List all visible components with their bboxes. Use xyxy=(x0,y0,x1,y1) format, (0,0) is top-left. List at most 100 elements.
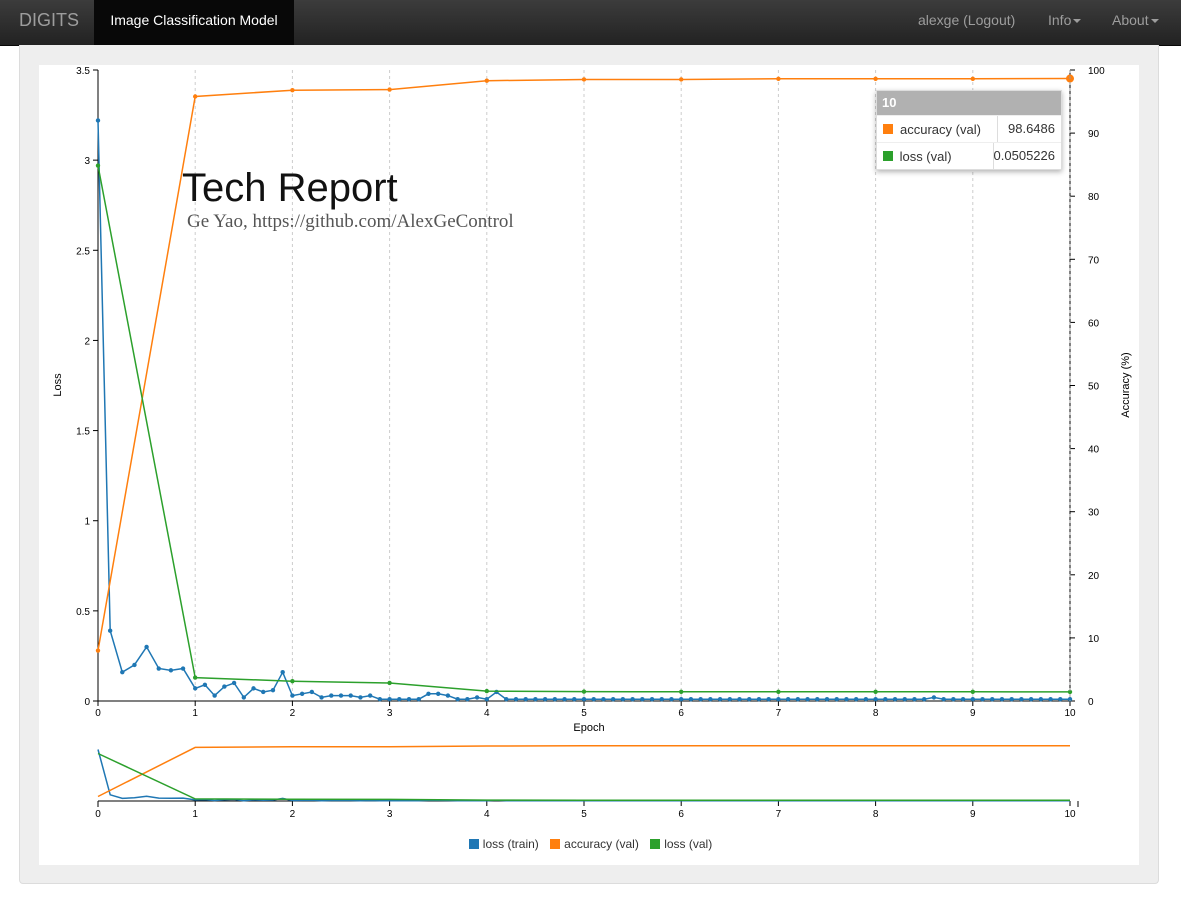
y-tick-label: 1.5 xyxy=(76,427,90,438)
data-point-loss-train xyxy=(426,691,431,696)
data-point-loss-train xyxy=(484,696,489,702)
data-point-loss-train xyxy=(922,696,927,702)
data-point-loss-train xyxy=(261,689,266,695)
report-subtitle: Ge Yao, https://github.com/AlexGeControl xyxy=(187,211,514,232)
data-point-loss-train xyxy=(581,696,587,702)
data-point-loss-train xyxy=(970,696,975,702)
data-point-loss-train xyxy=(902,696,907,702)
data-point-loss-train xyxy=(542,696,548,702)
context-x-tick-label: 9 xyxy=(970,809,976,820)
data-point-loss-train xyxy=(999,696,1005,702)
data-point-loss-train xyxy=(601,696,606,702)
data-point-loss-train xyxy=(552,696,558,702)
data-point-loss-train xyxy=(156,666,161,671)
data-point-loss-train xyxy=(717,696,723,702)
data-point-loss-train xyxy=(610,696,616,702)
data-point-loss-train xyxy=(504,696,509,702)
x-tick-label: 7 xyxy=(776,708,782,719)
tooltip-series-value: 0.0505226 xyxy=(992,143,1061,169)
data-point-loss-train xyxy=(1019,696,1024,702)
data-point-loss-train xyxy=(132,662,137,668)
legend-item-accuracy-val[interactable]: accuracy (val) xyxy=(550,837,639,851)
legend-swatch xyxy=(550,839,561,849)
context-x-tick-label: 0 xyxy=(95,809,101,820)
data-point-loss-train xyxy=(120,669,125,675)
y2-tick-label: 50 xyxy=(1088,382,1100,393)
tooltip-header: 10 xyxy=(877,91,1061,115)
data-point-loss-train xyxy=(892,696,898,702)
context-x-tick-label: 6 xyxy=(678,809,684,820)
y-tick-label: 0.5 xyxy=(76,607,90,618)
x-tick-label: 9 xyxy=(970,708,976,719)
data-point-loss-train xyxy=(231,680,237,686)
context-x-tick-label: 3 xyxy=(387,809,393,820)
data-point-loss-train xyxy=(853,696,859,702)
y-tick-label: 3 xyxy=(84,156,90,167)
data-point-loss-train xyxy=(270,687,276,693)
legend-item-loss-train[interactable]: loss (train) xyxy=(468,837,539,851)
context-line-accuracy-val xyxy=(97,745,1070,798)
data-point-accuracy-val xyxy=(290,87,295,93)
data-point-loss-train xyxy=(1009,696,1014,702)
data-point-accuracy-val xyxy=(387,87,392,92)
data-point-loss-train xyxy=(863,696,869,702)
context-x-tick-label: 5 xyxy=(581,809,587,820)
data-point-loss-train xyxy=(591,696,596,702)
y2-tick-label: 60 xyxy=(1088,318,1100,329)
y2-tick-label: 90 xyxy=(1088,129,1100,140)
data-point-loss-val xyxy=(581,689,587,694)
data-point-loss-train xyxy=(406,696,412,702)
data-point-loss-train xyxy=(367,693,373,698)
legend-label: loss (train) xyxy=(482,837,539,851)
legend-item-loss-val[interactable]: loss (val) xyxy=(650,837,712,851)
y2-tick-label: 10 xyxy=(1088,634,1100,645)
x-tick-label: 4 xyxy=(484,708,490,719)
data-point-loss-train xyxy=(630,696,635,702)
data-point-loss-train xyxy=(338,693,344,698)
context-chart[interactable]: 0 1 2 3 4 5 6 7 8 9 10 xyxy=(95,745,1079,820)
x-tick-label: 8 xyxy=(873,708,879,719)
data-point-loss-train xyxy=(299,691,305,696)
data-point-loss-train xyxy=(824,696,830,702)
data-point-loss-train xyxy=(1048,696,1053,702)
y-tick-label: 0 xyxy=(84,697,90,708)
data-point-loss-train xyxy=(640,696,645,702)
y2-tick-label: 40 xyxy=(1088,445,1100,456)
report-title: Tech Report xyxy=(182,166,398,210)
tooltip-series-name: accuracy (val) xyxy=(900,121,981,137)
context-x-tick-label: 7 xyxy=(776,809,782,820)
context-x-tick-label: 2 xyxy=(290,809,296,820)
x-tick-label: 6 xyxy=(678,708,684,719)
data-point-loss-train xyxy=(95,118,101,123)
data-point-loss-train xyxy=(107,628,113,633)
legend-label: accuracy (val) xyxy=(564,837,639,851)
data-point-loss-train xyxy=(1058,696,1063,702)
legend-swatch xyxy=(468,839,479,849)
data-point-loss-train xyxy=(834,696,839,702)
data-point-loss-train xyxy=(193,686,198,691)
data-point-loss-train xyxy=(883,696,888,702)
data-point-loss-train xyxy=(698,696,703,702)
x-tick-label: 0 xyxy=(95,708,101,719)
data-point-loss-train xyxy=(844,696,849,702)
data-point-accuracy-val xyxy=(581,77,587,82)
data-point-loss-train xyxy=(319,695,324,700)
data-point-loss-train xyxy=(416,696,421,702)
tooltip-series-name: loss (val) xyxy=(899,148,952,164)
y2-tick-label: 80 xyxy=(1088,192,1100,203)
legend-label: loss (val) xyxy=(664,837,713,851)
data-point-loss-train xyxy=(168,668,174,673)
data-point-loss-train xyxy=(1028,696,1034,702)
data-point-loss-train xyxy=(990,696,995,702)
data-point-loss-train xyxy=(280,669,285,675)
data-point-accuracy-val xyxy=(193,94,198,99)
y2-tick-label: 30 xyxy=(1088,508,1100,519)
data-point-loss-val xyxy=(970,689,975,695)
data-point-loss-val xyxy=(387,680,392,686)
data-point-loss-train xyxy=(329,693,334,698)
data-point-loss-train xyxy=(562,696,567,702)
data-point-loss-train xyxy=(941,696,946,702)
data-point-loss-train xyxy=(912,696,917,702)
data-point-loss-train xyxy=(747,696,752,702)
y-tick-label: 2 xyxy=(84,336,90,347)
